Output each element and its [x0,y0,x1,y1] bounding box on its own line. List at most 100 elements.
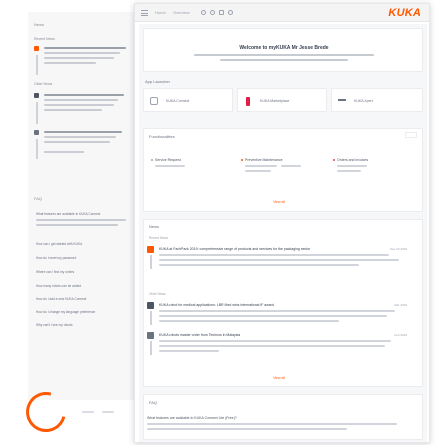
bg-news-line [44,151,84,153]
news-item[interactable]: KUKA robot for medical applications: LBR… [147,302,411,328]
news-line [159,259,399,261]
gear-icon[interactable] [210,10,215,15]
marketplace-icon [246,97,250,106]
dashboard-content[interactable]: Welcome to myKUKA Mr Jesse Brede App Lau… [139,24,427,442]
bg-faq-item[interactable]: How many robots can be added [36,284,81,288]
top-bar: Home Overview KUKA [135,4,429,22]
bg-faq-item[interactable]: How do I change my language preference [36,310,95,314]
news-item[interactable]: KUKA at FachPack 2019: comprehensive ran… [147,246,411,286]
news-title: KUKA robots master order from Technos in… [159,333,241,337]
bg-news-line [44,62,96,64]
function-line [337,170,361,172]
news-line [159,345,385,347]
status-dot-icon [333,159,335,161]
app-label: KUKA Connect [166,99,190,103]
kuka-logo: KUKA [388,7,421,19]
function-title: Service Request [155,158,181,162]
bg-news-line [44,47,126,49]
news-thumb-icon [147,302,154,309]
app-tile-marketplace[interactable]: KUKA Marketplace [237,88,327,112]
news-line [159,320,339,322]
settings-icon[interactable] [201,10,206,15]
bg-faq-item[interactable]: Where can I find my orders [36,270,74,274]
bg-news-thumb [34,46,39,51]
function-orders-invoices[interactable]: Orders and invoices [331,154,417,180]
news-date: Mar 2019 [394,303,407,307]
bg-footer-line [102,411,114,413]
news-line [159,315,387,317]
function-preventive-maintenance[interactable]: Preventive Maintenance [239,154,325,180]
bg-news-bar [36,55,38,75]
bg-news-line [44,131,122,133]
robot-icon [150,97,158,105]
news-label: News [149,224,160,229]
xpert-icon [338,99,346,102]
recent-news-label: Recent News [149,236,168,240]
function-line [281,165,301,167]
welcome-subtitle-line [220,59,348,61]
nav-home[interactable]: Home [155,10,166,15]
app-tile-connect[interactable]: KUKA Connect [143,88,233,112]
news-date: Sep 03 2019 [389,247,407,251]
nav-overview[interactable]: Overview [173,10,190,15]
functions-more-button[interactable] [405,132,417,138]
bg-faq-item[interactable]: How do I add a new KUKA Connect [36,297,86,301]
news-line [159,310,395,312]
bg-news-bar [36,102,38,124]
functions-label: Functionalities [149,134,175,139]
bg-news-line [44,141,110,143]
older-news-label: Older News [149,292,166,296]
app-label: KUKA Marketplace [260,99,290,103]
news-bar [150,311,152,325]
news-thumb-icon [147,332,154,339]
bg-news-bar [36,139,38,159]
bg-older-news-label: Older News [34,82,53,86]
functions-view-all-link[interactable]: View all [273,200,285,204]
function-title: Preventive Maintenance [245,158,283,162]
background-news-panel [28,12,140,400]
bg-news-line [44,94,124,96]
bg-news-line [44,104,114,106]
faq-answer-line [147,423,397,425]
welcome-card: Welcome to myKUKA Mr Jesse Brede [143,28,423,72]
bg-news-heading: News [34,22,45,27]
function-line [245,170,271,172]
news-item[interactable]: KUKA robots master order from Technos in… [147,332,411,362]
bg-faq-item[interactable]: How do I reset my password [36,256,76,260]
bg-faq-line [36,219,126,221]
bg-footer-line [82,411,94,413]
news-date: Feb 2019 [394,333,407,337]
bg-faq-heading: FAQ [34,196,43,201]
bg-faq-line [36,224,118,226]
welcome-title: Welcome to myKUKA Mr Jesse Brede [239,45,329,51]
notification-icon[interactable] [228,10,233,15]
news-bar [150,255,152,269]
app-tile-xpert[interactable]: KUKA Xpert [331,88,423,112]
function-line [337,165,367,167]
function-line [245,165,277,167]
faq-item[interactable]: What features are available in KUKA Conn… [147,416,237,420]
bg-faq-item[interactable]: What features are available in KUKA Conn… [36,212,100,216]
bg-news-line [44,109,102,111]
faq-label: FAQ [149,400,158,405]
function-title: Orders and invoices [337,158,369,162]
menu-icon[interactable] [141,10,148,16]
bg-news-line [44,52,120,54]
bg-news-line [44,57,114,59]
app-launcher-label[interactable]: App Launcher [145,79,170,84]
bg-faq-item[interactable]: Why can't I see my robots [36,323,73,327]
user-icon[interactable] [219,10,224,15]
function-service-request[interactable]: Service Request [149,154,235,180]
app-label: KUKA Xpert [354,99,373,103]
bg-faq-item[interactable]: How can I get started with KUKA [36,242,82,246]
news-view-all-link[interactable]: View all [273,376,285,380]
main-window: Home Overview KUKA Welcome to myKUKA Mr … [134,3,430,443]
function-line [155,165,185,167]
bg-news-line [44,99,118,101]
news-line [159,254,389,256]
bg-recent-news-label: Recent News [34,37,55,41]
status-dot-icon [151,159,153,161]
status-dot-icon [241,159,243,161]
welcome-subtitle-line [194,54,374,56]
bg-news-thumb [34,130,39,135]
